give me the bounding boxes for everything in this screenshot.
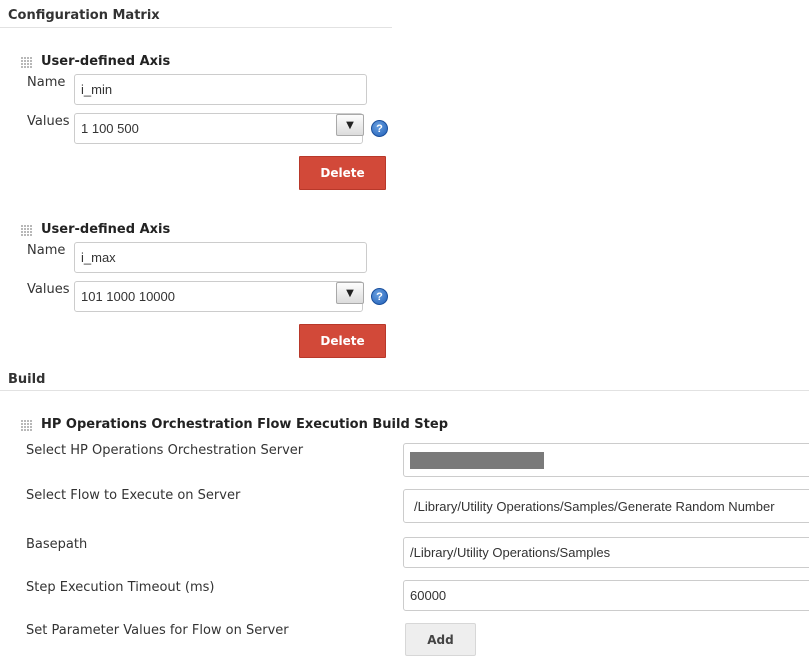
axis-values-input[interactable]: 1 100 500 xyxy=(74,113,363,144)
help-icon[interactable]: ? xyxy=(371,120,388,137)
triangle-down-icon: ▼ xyxy=(346,119,354,131)
flow-label: Select Flow to Execute on Server xyxy=(26,488,241,503)
delete-button[interactable]: Delete xyxy=(299,324,386,358)
name-label: Name xyxy=(27,75,66,90)
section-divider xyxy=(0,27,392,28)
help-icon[interactable]: ? xyxy=(371,288,388,305)
section-title-configuration-matrix: Configuration Matrix xyxy=(8,8,160,23)
axis-values-input[interactable]: 101 1000 10000 xyxy=(74,281,363,312)
name-label: Name xyxy=(27,243,66,258)
delete-button[interactable]: Delete xyxy=(299,156,386,190)
axis-name-input[interactable]: i_min xyxy=(74,74,367,105)
triangle-down-icon: ▼ xyxy=(346,287,354,299)
server-label: Select HP Operations Orchestration Serve… xyxy=(26,443,304,458)
flow-select[interactable]: /Library/Utility Operations/Samples/Gene… xyxy=(403,489,809,523)
basepath-label: Basepath xyxy=(26,537,88,552)
expand-textarea-button[interactable]: ▼ xyxy=(336,114,364,136)
axis-name-input[interactable]: i_max xyxy=(74,242,367,273)
timeout-input[interactable]: 60000 xyxy=(403,580,809,611)
drag-handle-icon[interactable] xyxy=(20,224,32,236)
timeout-label: Step Execution Timeout (ms) xyxy=(26,580,215,595)
basepath-input[interactable]: /Library/Utility Operations/Samples xyxy=(403,537,809,568)
axis-title: User-defined Axis xyxy=(41,222,171,237)
section-divider xyxy=(0,390,809,391)
redacted-server-name xyxy=(410,452,544,469)
section-title-build: Build xyxy=(8,372,46,387)
build-step-title: HP Operations Orchestration Flow Executi… xyxy=(41,417,449,432)
values-label: Values xyxy=(27,282,70,297)
drag-handle-icon[interactable] xyxy=(20,56,32,68)
add-parameter-button[interactable]: Add xyxy=(405,623,476,656)
drag-handle-icon[interactable] xyxy=(20,419,32,431)
expand-textarea-button[interactable]: ▼ xyxy=(336,282,364,304)
values-label: Values xyxy=(27,114,70,129)
params-label: Set Parameter Values for Flow on Server xyxy=(26,623,289,638)
axis-title: User-defined Axis xyxy=(41,54,171,69)
